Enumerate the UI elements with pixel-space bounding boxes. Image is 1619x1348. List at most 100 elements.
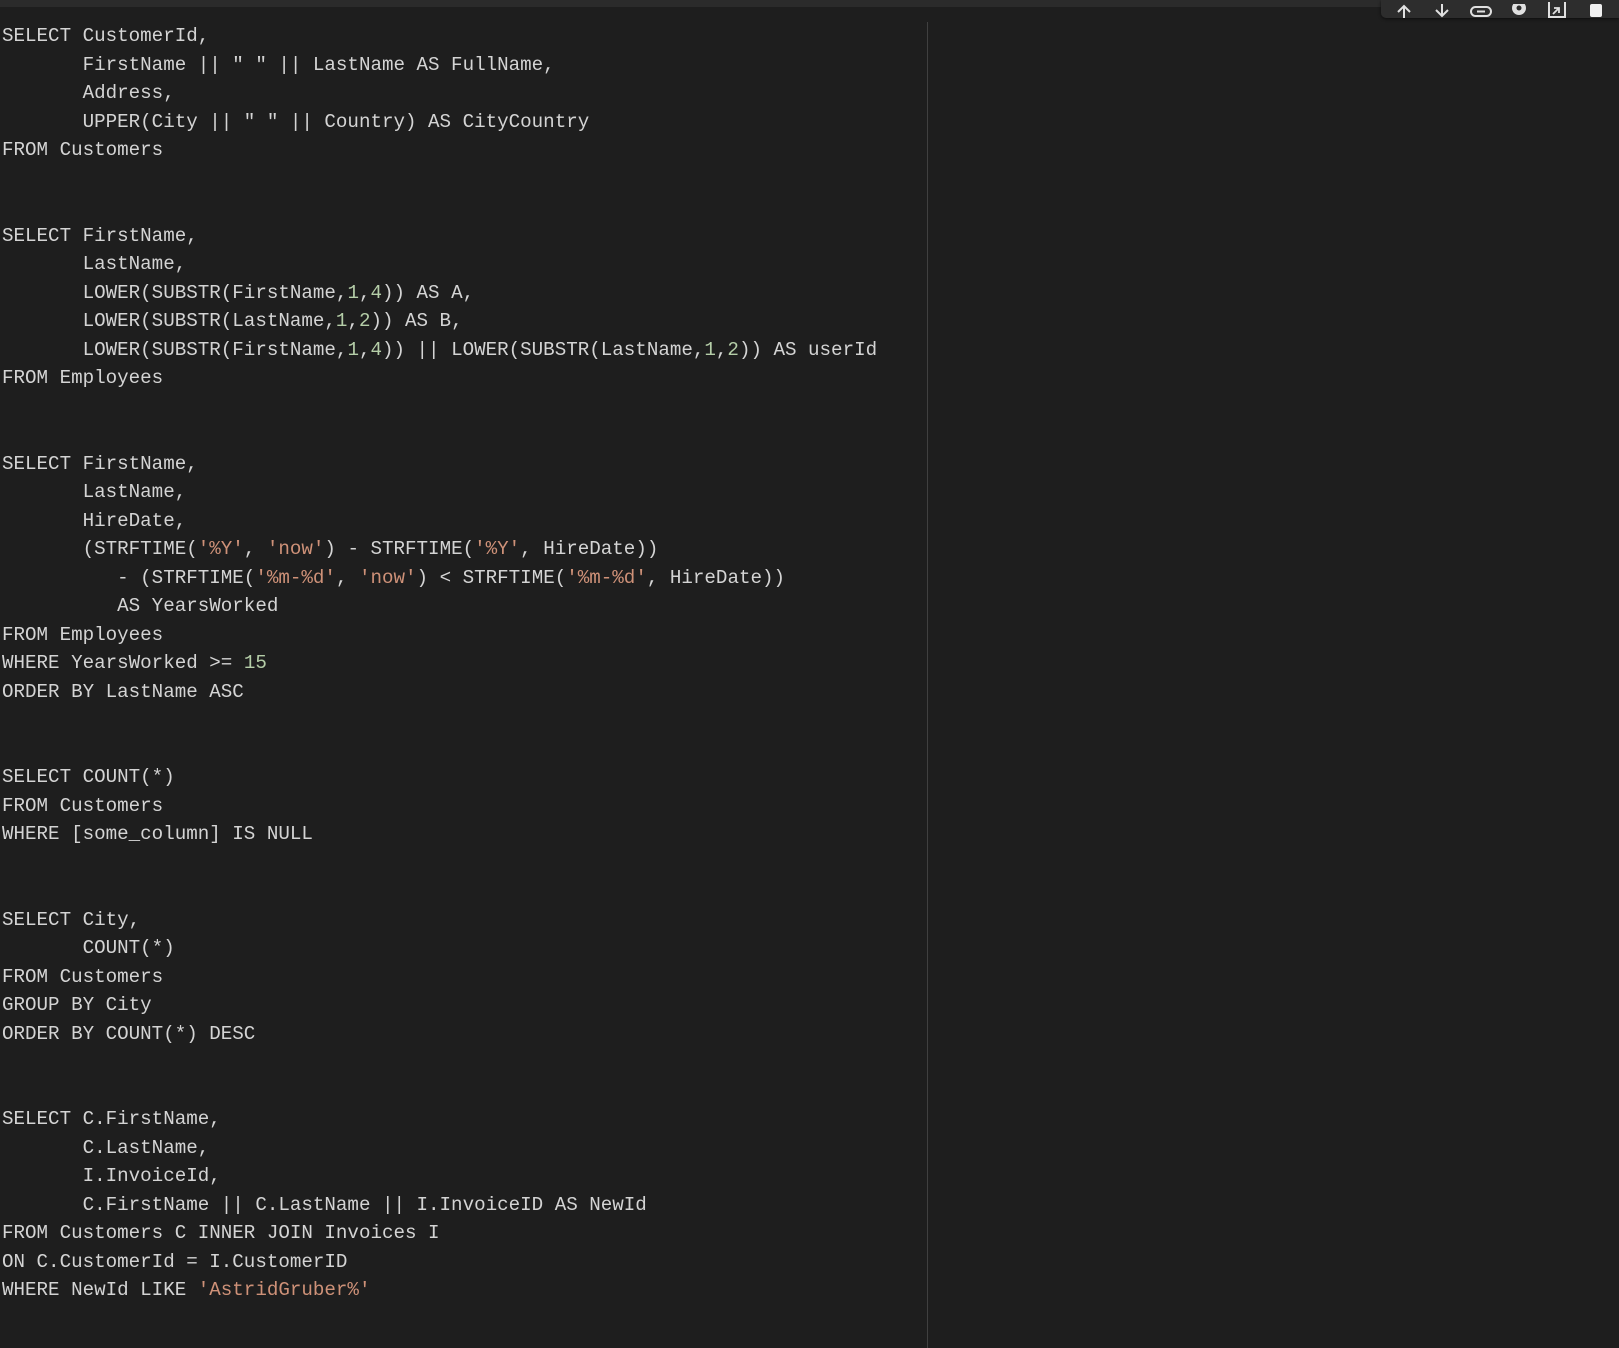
code-token: (STRFTIME(	[2, 538, 198, 560]
number-literal: 2	[358, 310, 371, 332]
code-line[interactable]: GROUP BY City	[2, 991, 877, 1020]
code-line[interactable]: ORDER BY LastName ASC	[2, 678, 877, 707]
code-line[interactable]: FROM Customers	[2, 792, 877, 821]
code-token: )) || LOWER(SUBSTR(LastName,	[381, 338, 705, 361]
code-line[interactable]: I.InvoiceId,	[2, 1162, 877, 1191]
code-line[interactable]: LOWER(SUBSTR(FirstName,1,4)) AS A,	[2, 279, 877, 308]
code-line[interactable]	[2, 421, 877, 450]
code-token: FROM Employees	[2, 367, 164, 389]
number-literal: 15	[243, 652, 267, 674]
code-line[interactable]: C.FirstName || C.LastName || I.InvoiceID…	[2, 1191, 877, 1220]
code-line[interactable]: COUNT(*)	[2, 934, 877, 963]
code-token: C.FirstName || C.LastName || I.InvoiceID…	[2, 1193, 647, 1216]
code-token: SELECT FirstName,	[2, 452, 198, 475]
number-literal: 1	[347, 281, 359, 304]
code-token: ,	[347, 310, 359, 332]
code-token: HireDate,	[2, 509, 187, 532]
code-line[interactable]: Address,	[2, 79, 877, 108]
code-line[interactable]: FirstName || " " || LastName AS FullName…	[2, 51, 877, 80]
string-literal: '%m-%d'	[566, 566, 647, 589]
code-line[interactable]: FROM Customers C INNER JOIN Invoices I	[2, 1219, 877, 1248]
code-line[interactable]: (STRFTIME('%Y', 'now') - STRFTIME('%Y', …	[2, 535, 877, 564]
code-line[interactable]	[2, 193, 877, 222]
code-token: WHERE [some_column] IS NULL	[2, 823, 313, 845]
code-line[interactable]: FROM Employees	[2, 364, 877, 393]
code-token: , HireDate))	[520, 538, 659, 560]
code-line[interactable]: LOWER(SUBSTR(FirstName,1,4)) || LOWER(SU…	[2, 336, 878, 365]
code-token: FROM Customers	[2, 965, 164, 988]
top-strip	[0, 0, 1619, 7]
number-literal: 1	[347, 338, 359, 361]
code-token: WHERE NewId LIKE	[2, 1279, 198, 1301]
code-token: ) - STRFTIME(	[324, 538, 475, 560]
code-token: LOWER(SUBSTR(FirstName,	[2, 281, 348, 304]
code-line[interactable]: SELECT COUNT(*)	[2, 763, 877, 792]
code-line[interactable]: LastName,	[2, 478, 877, 507]
code-line[interactable]: WHERE [some_column] IS NULL	[2, 820, 877, 849]
code-line[interactable]: UPPER(City || " " || Country) AS CityCou…	[2, 108, 877, 137]
trash-icon[interactable]	[1583, 0, 1609, 18]
code-token: SELECT FirstName,	[2, 224, 198, 247]
code-token: ,	[358, 281, 371, 304]
code-token: C.LastName,	[2, 1136, 210, 1159]
code-line[interactable]: - (STRFTIME('%m-%d', 'now') < STRFTIME('…	[2, 564, 877, 593]
code-token: ,	[243, 538, 267, 560]
code-token: Address,	[2, 82, 175, 104]
code-line[interactable]	[2, 1077, 877, 1106]
string-literal: '%m-%d'	[255, 566, 336, 589]
gear-icon[interactable]	[1506, 0, 1532, 18]
string-literal: 'now'	[358, 566, 417, 589]
code-line[interactable]	[2, 735, 877, 764]
code-line[interactable]: SELECT C.FirstName,	[2, 1105, 877, 1134]
link-icon[interactable]	[1468, 0, 1494, 18]
code-line[interactable]: LastName,	[2, 250, 877, 279]
code-line[interactable]: FROM Customers	[2, 963, 877, 992]
code-token: ,	[335, 566, 359, 589]
number-literal: 4	[370, 338, 382, 361]
code-token: SELECT C.FirstName,	[2, 1108, 221, 1130]
code-line[interactable]	[2, 1048, 877, 1077]
code-line[interactable]: ON C.CustomerId = I.CustomerID	[2, 1248, 877, 1277]
code-line[interactable]: LOWER(SUBSTR(LastName,1,2)) AS B,	[2, 307, 877, 336]
code-token: FROM Employees	[2, 623, 164, 646]
code-line[interactable]: HireDate,	[2, 507, 877, 536]
code-token: LOWER(SUBSTR(FirstName,	[2, 338, 348, 361]
arrow-up-icon[interactable]	[1391, 0, 1417, 18]
number-literal: 4	[370, 281, 382, 304]
code-line[interactable]	[2, 393, 877, 422]
code-token: COUNT(*)	[2, 937, 175, 959]
arrow-down-icon[interactable]	[1429, 0, 1455, 18]
code-token: )) AS A,	[381, 281, 475, 304]
code-token: - (STRFTIME(	[2, 566, 256, 589]
sql-code-editor[interactable]: SELECT CustomerId, FirstName || " " || L…	[2, 22, 877, 1305]
number-literal: 2	[727, 338, 739, 361]
code-token: GROUP BY City	[2, 994, 152, 1016]
code-line[interactable]: SELECT CustomerId,	[2, 22, 877, 51]
code-token: LastName,	[2, 481, 187, 503]
code-line[interactable]	[2, 849, 877, 878]
code-token: ON C.CustomerId = I.CustomerID	[2, 1250, 348, 1273]
code-token: , HireDate))	[646, 566, 786, 589]
code-line[interactable]: SELECT FirstName,	[2, 222, 877, 251]
code-line[interactable]: SELECT City,	[2, 906, 877, 935]
code-line[interactable]: AS YearsWorked	[2, 592, 877, 621]
code-line[interactable]: ORDER BY COUNT(*) DESC	[2, 1020, 877, 1049]
code-token: SELECT COUNT(*)	[2, 766, 175, 788]
code-line[interactable]: FROM Employees	[2, 621, 877, 650]
code-token: LOWER(SUBSTR(LastName,	[2, 310, 336, 332]
code-line[interactable]: WHERE NewId LIKE 'AstridGruber%'	[2, 1276, 877, 1305]
code-line[interactable]: FROM Customers	[2, 136, 877, 165]
code-token: )) AS B,	[370, 310, 463, 332]
code-token: ORDER BY LastName ASC	[2, 680, 244, 703]
code-token: ) < STRFTIME(	[416, 566, 567, 589]
code-token: SELECT City,	[2, 908, 141, 931]
open-external-icon[interactable]	[1544, 0, 1570, 18]
code-line[interactable]: C.LastName,	[2, 1134, 877, 1163]
code-line[interactable]	[2, 877, 877, 906]
code-token: UPPER(City || " " || Country) AS CityCou…	[2, 110, 590, 133]
code-line[interactable]: WHERE YearsWorked >= 15	[2, 649, 877, 678]
code-line[interactable]	[2, 165, 877, 194]
code-line[interactable]	[2, 706, 877, 735]
number-literal: 1	[704, 338, 716, 361]
code-line[interactable]: SELECT FirstName,	[2, 450, 877, 479]
